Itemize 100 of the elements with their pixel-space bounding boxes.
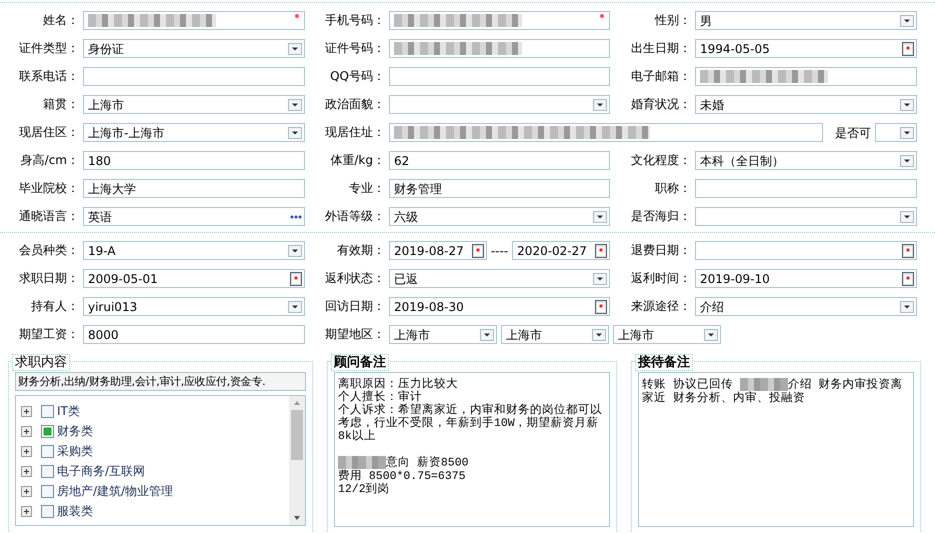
expand-icon[interactable]	[21, 466, 32, 476]
field-label: 是否可	[835, 124, 871, 142]
text-field[interactable]	[83, 11, 305, 30]
dropdown-field[interactable]: 已返	[389, 269, 610, 288]
calendar-icon[interactable]	[472, 244, 484, 258]
tree-item[interactable]: 采购类	[57, 442, 93, 460]
checkbox[interactable]	[41, 504, 54, 518]
text-field[interactable]	[83, 67, 305, 86]
date-field[interactable]: 2019-08-30	[389, 297, 610, 316]
field-label: 来源途径：	[630, 298, 692, 315]
field-label: ----	[490, 242, 508, 260]
note-text: 12/2到岗	[338, 482, 391, 496]
lookup-field[interactable]: 英语	[83, 207, 305, 226]
calendar-icon[interactable]	[595, 300, 607, 314]
dropdown-field[interactable]	[389, 95, 610, 114]
field-label: 政治面貌：	[324, 96, 386, 113]
expand-icon[interactable]	[21, 426, 32, 436]
dropdown-field[interactable]: 上海市	[389, 325, 497, 344]
date-field[interactable]: 2019-08-27	[389, 241, 487, 260]
dropdown-field[interactable]: 本科（全日制）	[695, 151, 917, 170]
field-label: 性别：	[654, 12, 692, 29]
expand-icon[interactable]	[21, 406, 32, 416]
date-field[interactable]	[695, 241, 917, 260]
text-field[interactable]: 8000	[83, 325, 305, 344]
date-field[interactable]: 2020-02-27	[512, 241, 610, 260]
calendar-icon[interactable]	[902, 42, 914, 56]
date-field[interactable]: 2009-05-01	[83, 269, 305, 288]
calendar-icon[interactable]	[595, 244, 608, 258]
text-field[interactable]	[695, 179, 917, 198]
field-label: 求职日期：	[18, 270, 80, 287]
dropdown-field[interactable]: 上海市-上海市	[83, 123, 305, 142]
tree-item[interactable]: 电子商务/互联网	[57, 462, 146, 480]
field-label: 是否海归：	[630, 208, 692, 225]
text-field[interactable]: 62	[389, 151, 610, 170]
dropdown-field[interactable]	[875, 123, 917, 142]
field-label: 回访日期：	[324, 298, 386, 315]
expand-icon[interactable]	[21, 506, 32, 516]
field-label: 身高/cm：	[20, 152, 80, 169]
notes-area[interactable]: 转账 协议已回传 介绍 财务内审投资离家近 财务分析、内审、投融资	[638, 372, 914, 527]
panel-title: 接待备注	[635, 354, 693, 371]
dropdown-field[interactable]: yirui013	[83, 297, 305, 316]
dropdown-field[interactable]: 上海市	[83, 95, 305, 114]
note-text: 离职原因：压力比较大	[338, 378, 459, 391]
text-field[interactable]: 180	[83, 151, 305, 170]
dropdown-field[interactable]: 未婚	[695, 95, 917, 114]
tree-item[interactable]: 服装类	[57, 502, 93, 520]
date-field[interactable]: 2019-09-10	[695, 269, 917, 288]
text-field[interactable]	[389, 11, 610, 30]
tree-item[interactable]: 财务类	[57, 422, 93, 440]
dropdown-field[interactable]: 身份证	[83, 39, 305, 58]
note-text: 个人诉求：希望离家近，内审和财务的岗位都可以考虑，行业不受限，年薪到手10W，期望薪资月薪8k以上	[338, 404, 603, 443]
field-label: 联系电话：	[18, 68, 80, 85]
calendar-icon[interactable]	[902, 244, 914, 258]
checkbox[interactable]	[41, 484, 54, 498]
date-field[interactable]: 1994-05-05	[695, 39, 917, 58]
calendar-icon[interactable]	[290, 272, 302, 286]
scrollbar[interactable]	[289, 396, 305, 525]
dropdown-field[interactable]: 上海市	[501, 325, 609, 344]
field-label: 出生日期：	[630, 40, 692, 57]
tree-item[interactable]: IT类	[57, 402, 80, 420]
dropdown-field[interactable]: 19-A	[83, 241, 305, 260]
field-label: 退费日期：	[630, 242, 692, 259]
scrollbar-thumb[interactable]	[291, 410, 303, 460]
text-field[interactable]: 上海大学	[83, 179, 305, 198]
field-label: 证件号码：	[324, 40, 386, 57]
expand-icon[interactable]	[21, 486, 32, 496]
calendar-icon[interactable]	[902, 272, 914, 286]
panel-title: 顾问备注	[331, 354, 389, 371]
expand-icon[interactable]	[21, 446, 32, 456]
field-label: 现居住址：	[324, 124, 386, 141]
notes-area[interactable]: 离职原因：压力比较大 个人擅长：审计 个人诉求：希望离家近，内审和财务的岗位都可以考虑，行业不受限，年薪到手10W，期望薪资月薪8k以上 意向 薪资8500 费用 8500*0.75=6375 12/2到岗	[334, 372, 610, 527]
tree-item[interactable]: 房地产/建筑/物业管理	[57, 482, 174, 500]
text-field[interactable]	[389, 123, 823, 142]
note-text: 意向 薪资8500	[338, 456, 606, 470]
dropdown-field[interactable]	[695, 207, 917, 226]
field-label: 持有人：	[30, 298, 80, 315]
dropdown-field[interactable]: 六级	[389, 207, 610, 226]
panel-title: 求职内容	[12, 354, 70, 371]
field-label: 文化程度：	[630, 152, 692, 169]
field-label: 会员种类：	[18, 242, 80, 259]
dropdown-field[interactable]: 上海市	[613, 325, 721, 344]
field-label: 手机号码：	[324, 12, 386, 29]
text-field[interactable]: 财务管理	[389, 179, 610, 198]
text-field[interactable]	[695, 67, 917, 86]
selection-summary: 财务分析,出纳/财务助理,会计,审计,应收应付,资金专.	[15, 372, 306, 391]
dropdown-field[interactable]: 介绍	[695, 297, 917, 316]
more-icon[interactable]	[290, 214, 302, 218]
field-label: 返利状态：	[324, 270, 386, 287]
field-label: 外语等级：	[324, 208, 386, 225]
dropdown-field[interactable]: 男	[695, 11, 917, 30]
field-label: 职称：	[654, 180, 692, 197]
field-label: 专业：	[348, 180, 386, 197]
field-label: QQ号码：	[329, 68, 386, 85]
checkbox[interactable]	[41, 404, 54, 418]
checkbox[interactable]	[41, 464, 54, 478]
checkbox[interactable]	[41, 444, 54, 458]
checkbox[interactable]	[41, 424, 54, 438]
text-field[interactable]	[389, 39, 610, 58]
text-field[interactable]	[389, 67, 610, 86]
field-label: 证件类型：	[18, 40, 80, 57]
